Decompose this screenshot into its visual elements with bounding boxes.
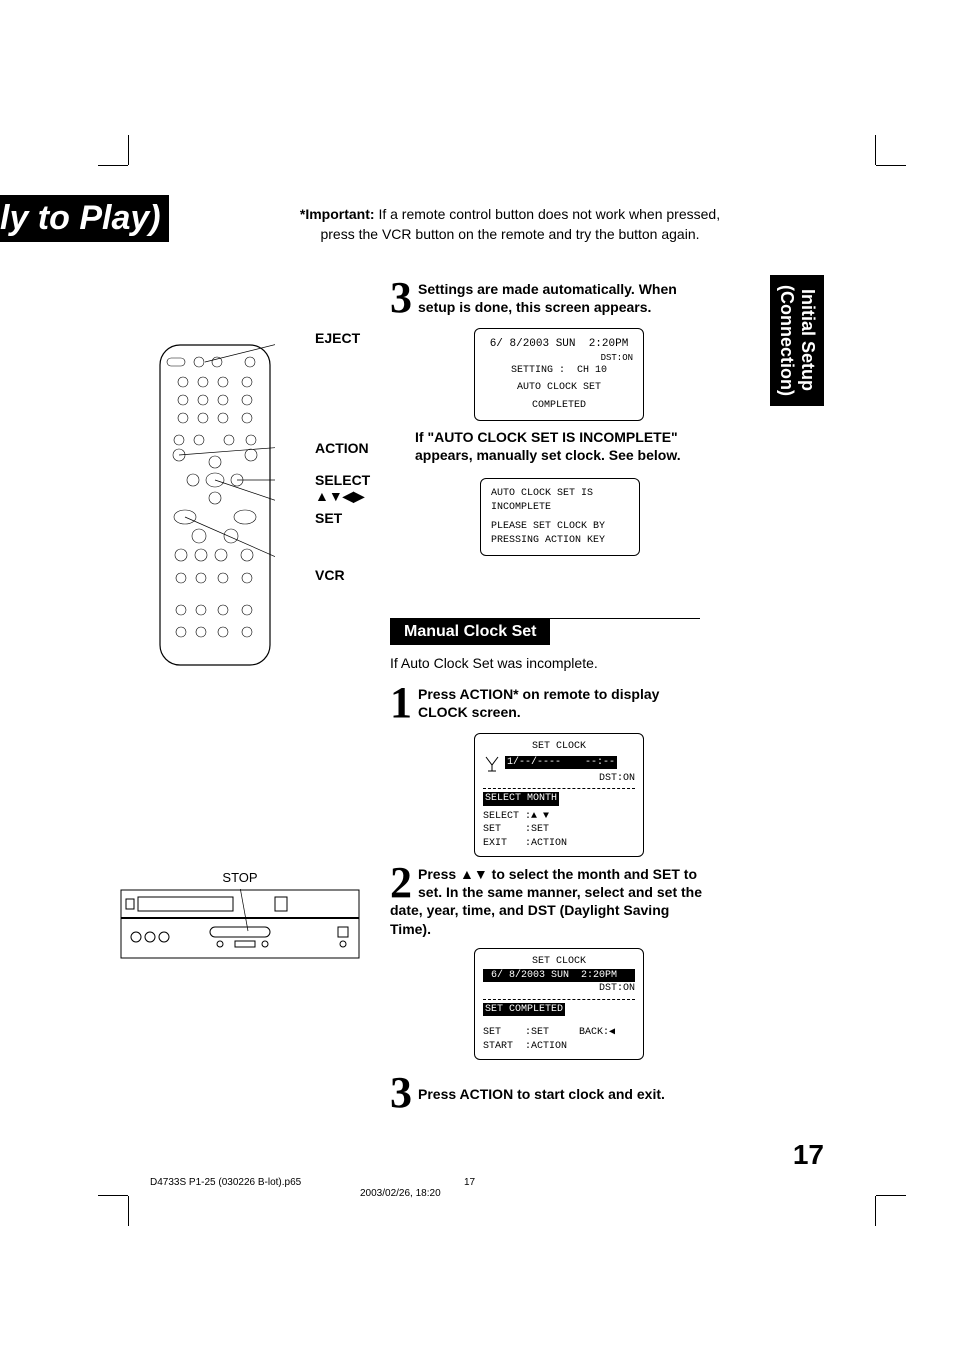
osd-line: COMPLETED (485, 399, 633, 413)
osd-set-clock-1: SET CLOCK 1/--/---- --:-- DST:ON SELECT … (474, 733, 644, 857)
osd-line: AUTO CLOCK SET IS (491, 487, 629, 501)
important-text-1: If a remote control button does not work… (375, 206, 721, 222)
step-text: Press ACTION to start clock and exit. (390, 1075, 690, 1103)
stop-label: STOP (120, 870, 360, 885)
osd-dst: DST:ON (483, 982, 635, 996)
label-select-text: SELECT (315, 472, 370, 488)
crop-mark (875, 1196, 876, 1226)
osd-line: INCOMPLETE (491, 501, 629, 515)
osd-date-row: 1/--/---- --:-- (505, 756, 617, 770)
osd-line: SETTING : CH 10 (485, 364, 633, 378)
osd-line: START :ACTION (483, 1040, 635, 1054)
step-text: Press ▲▼ to select the month and SET to … (390, 865, 710, 938)
osd-line: SET :SET (483, 823, 635, 837)
step-text: Settings are made automatically. When se… (390, 280, 710, 316)
crop-mark (876, 1195, 906, 1196)
antenna-icon (483, 754, 501, 772)
crop-mark (98, 165, 128, 166)
osd-line: SET :SET BACK:◀ (483, 1026, 635, 1040)
vcr-front-illustration: STOP (120, 870, 360, 964)
osd-highlight: SET COMPLETED (483, 1003, 565, 1017)
footer-file: D4733S P1-25 (030226 B-lot).p65 (150, 1177, 301, 1188)
manual-section: Manual Clock Set (390, 618, 700, 645)
footer-timestamp: 2003/02/26, 18:20 (360, 1188, 441, 1199)
remote-svg (155, 340, 275, 670)
page-title-cutoff: ly to Play) (0, 195, 169, 242)
osd-title: SET CLOCK (483, 740, 635, 754)
crop-mark (98, 1195, 128, 1196)
footer-page: 17 (464, 1177, 475, 1188)
section-tab: Initial Setup (Connection) (770, 275, 824, 406)
label-action: ACTION (315, 440, 369, 456)
important-note: *Important: If a remote control button d… (260, 205, 760, 244)
crop-mark (128, 135, 129, 165)
step-number: 1 (390, 685, 412, 720)
osd-line: SELECT :▲ ▼ (483, 810, 635, 824)
step-number: 3 (390, 280, 412, 315)
osd-incomplete: AUTO CLOCK SET IS INCOMPLETE PLEASE SET … (480, 478, 640, 556)
step-number: 2 (390, 865, 412, 900)
auto-step-3: 3 Settings are made automatically. When … (390, 280, 710, 316)
osd-line: PRESSING ACTION KEY (491, 534, 629, 548)
section-title: Manual Clock Set (390, 619, 550, 645)
important-text-2: press the VCR button on the remote and t… (320, 226, 699, 242)
label-eject: EJECT (315, 330, 360, 346)
footer: D4733S P1-25 (030226 B-lot).p65 17 2003/… (150, 1177, 750, 1199)
tab-line-1: Initial Setup (797, 285, 818, 396)
manual-intro: If Auto Clock Set was incomplete. (390, 655, 598, 671)
osd-line: PLEASE SET CLOCK BY (491, 520, 629, 534)
crop-mark (128, 1196, 129, 1226)
osd-highlight: SELECT MONTH (483, 792, 559, 806)
select-arrows-icon: ▲▼◀▶ (315, 488, 364, 504)
vcr-svg (120, 889, 360, 959)
label-vcr: VCR (315, 567, 345, 583)
crop-mark (876, 165, 906, 166)
osd-set-clock-2: SET CLOCK 6/ 8/2003 SUN 2:20PM DST:ON SE… (474, 948, 644, 1060)
osd-line: EXIT :ACTION (483, 837, 635, 851)
updown-arrows-icon: ▲▼ (460, 866, 488, 882)
crop-mark (875, 135, 876, 165)
important-label: *Important: (300, 206, 375, 222)
tab-line-2: (Connection) (776, 285, 797, 396)
osd-line: AUTO CLOCK SET (485, 381, 633, 395)
label-set: SET (315, 510, 342, 526)
osd-line: DST:ON (485, 352, 633, 364)
osd-completed: 6/ 8/2003 SUN 2:20PM DST:ON SETTING : CH… (474, 328, 644, 421)
page-number: 17 (793, 1139, 824, 1171)
manual-step-1: 1 Press ACTION* on remote to display CLO… (390, 685, 690, 721)
incomplete-note: If "AUTO CLOCK SET IS INCOMPLETE" appear… (415, 428, 705, 464)
osd-dst: DST:ON (483, 772, 635, 786)
osd-title: SET CLOCK (483, 955, 635, 969)
manual-step-3: 3 Press ACTION to start clock and exit. (390, 1075, 690, 1110)
remote-illustration: EJECT ACTION SELECT ▲▼◀▶ SET VCR (155, 340, 365, 690)
label-select: SELECT ▲▼◀▶ (315, 472, 370, 505)
step-text-a: Press (418, 866, 460, 882)
osd-date-row: 6/ 8/2003 SUN 2:20PM (483, 969, 635, 983)
manual-step-2: 2 Press ▲▼ to select the month and SET t… (390, 865, 710, 938)
osd-line: 6/ 8/2003 SUN 2:20PM (485, 337, 633, 352)
step-number: 3 (390, 1075, 412, 1110)
step-text: Press ACTION* on remote to display CLOCK… (390, 685, 690, 721)
